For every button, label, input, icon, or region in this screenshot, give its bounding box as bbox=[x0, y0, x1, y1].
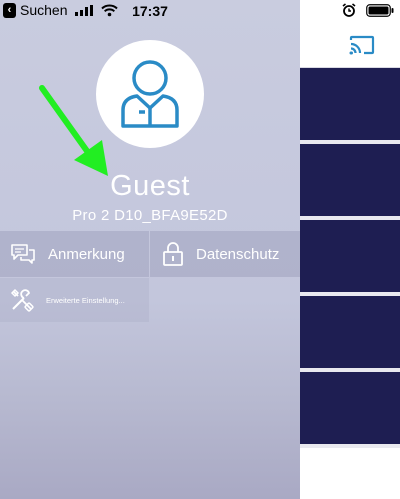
status-bar: ‹ Suchen 17:37 bbox=[0, 0, 400, 22]
side-drawer: Guest Pro 2 D10_BFA9E52D Anmerkung Daten… bbox=[0, 0, 300, 499]
content-tile[interactable] bbox=[300, 220, 400, 296]
privacy-label: Datenschutz bbox=[196, 245, 280, 263]
content-tile[interactable] bbox=[300, 296, 400, 372]
user-icon bbox=[121, 60, 179, 128]
menu-row: Anmerkung Datenschutz bbox=[0, 231, 300, 277]
battery-icon bbox=[366, 3, 394, 17]
chat-bubbles-icon bbox=[11, 244, 35, 264]
clock: 17:37 bbox=[132, 3, 168, 19]
cast-icon[interactable] bbox=[349, 35, 375, 55]
tools-icon bbox=[10, 288, 34, 312]
username: Guest bbox=[110, 170, 190, 202]
advanced-settings-button[interactable]: Erweiterte Einstellung... bbox=[0, 278, 149, 322]
avatar[interactable] bbox=[96, 40, 204, 148]
content-tile[interactable] bbox=[300, 144, 400, 220]
lock-icon bbox=[163, 242, 183, 266]
content-tile[interactable] bbox=[300, 68, 400, 144]
privacy-button[interactable]: Datenschutz bbox=[150, 231, 300, 277]
feedback-label: Anmerkung bbox=[48, 245, 125, 263]
advanced-settings-label: Erweiterte Einstellung... bbox=[46, 295, 125, 305]
content-tile[interactable] bbox=[300, 372, 400, 448]
alarm-icon bbox=[342, 3, 356, 17]
feedback-button[interactable]: Anmerkung bbox=[0, 231, 149, 277]
main-panel bbox=[300, 0, 400, 499]
device-name: Pro 2 D10_BFA9E52D bbox=[72, 207, 228, 224]
